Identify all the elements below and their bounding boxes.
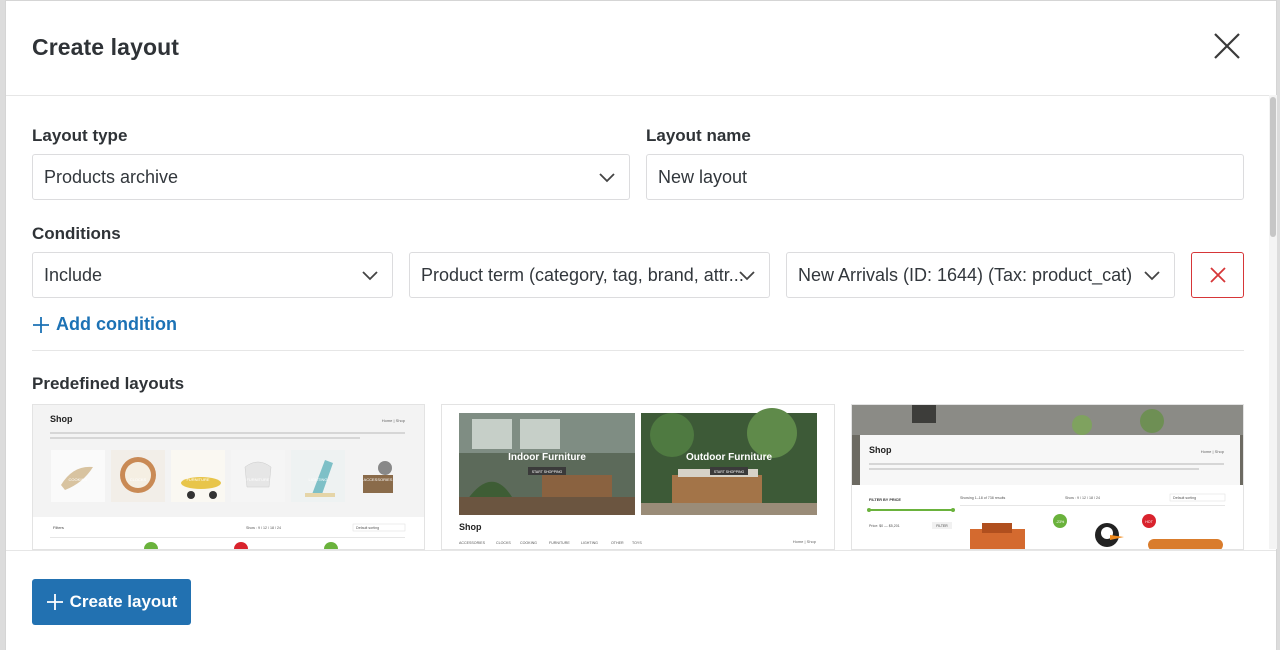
modal-footer: Create layout	[6, 550, 1276, 650]
create-layout-label: Create layout	[69, 592, 178, 611]
svg-text:COOKING: COOKING	[69, 477, 88, 482]
close-icon	[1214, 33, 1240, 59]
layout-preview-3: Shop Home | Shop FILTER BY PRICE Price: …	[852, 405, 1243, 549]
conditions-label: Conditions	[32, 224, 121, 243]
svg-text:Indoor Furniture: Indoor Furniture	[508, 452, 586, 463]
svg-text:FURNITURE: FURNITURE	[186, 477, 209, 482]
layout-name-label: Layout name	[646, 126, 751, 145]
modal-scrollbar[interactable]	[1269, 95, 1277, 549]
preview-crumb: Home | Shop	[1201, 449, 1225, 454]
svg-text:ACCESSORIES: ACCESSORIES	[364, 477, 393, 482]
svg-text:COOKING: COOKING	[520, 541, 537, 545]
preview-show: Show : 9 / 12 / 18 / 24	[1065, 496, 1100, 500]
remove-condition-button[interactable]	[1191, 252, 1244, 298]
condition-mode-value: Include	[44, 264, 103, 285]
chevron-down-icon	[362, 271, 378, 281]
svg-text:TOYS: TOYS	[632, 541, 642, 545]
svg-text:FILTER: FILTER	[936, 524, 948, 528]
close-icon	[1209, 267, 1226, 283]
add-condition-label: Add condition	[56, 314, 177, 334]
divider	[32, 350, 1244, 351]
preview-filters: Filters	[53, 525, 64, 530]
preview-title: Shop	[459, 522, 482, 532]
preview-showing: Showing 1–18 of 738 results	[960, 496, 1006, 500]
preview-sort: Default sorting	[356, 526, 379, 530]
chevron-down-icon	[739, 271, 755, 281]
preview-sort: Default sorting	[1173, 496, 1196, 500]
preview-crumb: Home | Shop	[382, 418, 406, 423]
condition-rule-select[interactable]: Product term (category, tag, brand, attr…	[409, 252, 770, 298]
svg-text:LIGHTING: LIGHTING	[309, 477, 328, 482]
preview-title: Shop	[50, 414, 73, 424]
condition-term-value: New Arrivals (ID: 1644) (Tax: product_ca…	[798, 264, 1133, 285]
layout-type-select[interactable]: Products archive	[32, 154, 630, 200]
scrollbar-thumb[interactable]	[1270, 97, 1276, 237]
condition-rule-value: Product term (category, tag, brand, attr…	[421, 264, 744, 285]
svg-text:CLOCKS: CLOCKS	[496, 541, 511, 545]
close-button[interactable]	[1212, 31, 1242, 61]
add-condition-link[interactable]: Add condition	[32, 314, 177, 335]
layout-type-value: Products archive	[44, 166, 179, 187]
preview-title: Shop	[869, 445, 892, 455]
svg-text:-23%: -23%	[1056, 520, 1065, 524]
modal-body: Layout type Products archive Layout name…	[6, 96, 1270, 550]
svg-text:CLOCKS: CLOCKS	[130, 477, 147, 482]
preview-crumb: Home | Shop	[793, 539, 817, 544]
preview-price: Price: $0 — $5,201	[869, 524, 900, 528]
preview-show: Show : 9 / 12 / 18 / 24	[246, 526, 281, 530]
svg-text:FURNITURE: FURNITURE	[549, 541, 570, 545]
create-layout-modal: Create layout Layout type Products archi…	[5, 0, 1277, 650]
svg-text:START SHOPPING: START SHOPPING	[714, 470, 745, 474]
svg-text:HOT: HOT	[1145, 520, 1153, 524]
svg-text:Outdoor Furniture: Outdoor Furniture	[686, 452, 773, 463]
condition-mode-select[interactable]: Include	[32, 252, 393, 298]
predefined-layouts-label: Predefined layouts	[32, 374, 185, 393]
plus-icon	[46, 594, 63, 610]
modal-title: Create layout	[32, 34, 180, 60]
layout-type-label: Layout type	[32, 126, 128, 145]
svg-text:OTHER: OTHER	[611, 541, 624, 545]
preview-filter-label: FILTER BY PRICE	[869, 498, 901, 502]
layout-name-input[interactable]: New layout	[646, 154, 1244, 200]
create-layout-button[interactable]: Create layout	[32, 579, 191, 625]
svg-text:LIGHTING: LIGHTING	[581, 541, 598, 545]
chevron-down-icon	[1144, 271, 1160, 281]
svg-text:ACCESSORIES: ACCESSORIES	[459, 541, 486, 545]
predefined-layout-1[interactable]: Shop Home | Shop COOKING CLOCKS FURNITUR…	[32, 404, 425, 550]
plus-icon	[33, 316, 49, 333]
predefined-layout-2[interactable]: Indoor Furniture START SHOPPING Outdoor …	[441, 404, 835, 550]
banner-indoor: Indoor Furniture START SHOPPING	[459, 413, 635, 515]
condition-term-select[interactable]: New Arrivals (ID: 1644) (Tax: product_ca…	[786, 252, 1175, 298]
modal-header: Create layout	[6, 1, 1276, 96]
layout-preview-2: Indoor Furniture START SHOPPING Outdoor …	[442, 405, 834, 549]
svg-text:START SHOPPING: START SHOPPING	[532, 470, 563, 474]
predefined-layout-3[interactable]: Shop Home | Shop FILTER BY PRICE Price: …	[851, 404, 1244, 550]
chevron-down-icon	[599, 173, 615, 183]
layout-name-value: New layout	[658, 166, 748, 187]
svg-text:FURNITURE: FURNITURE	[246, 477, 269, 482]
banner-outdoor: Outdoor Furniture START SHOPPING	[641, 408, 817, 515]
layout-preview-1: Shop Home | Shop COOKING CLOCKS FURNITUR…	[33, 405, 424, 549]
